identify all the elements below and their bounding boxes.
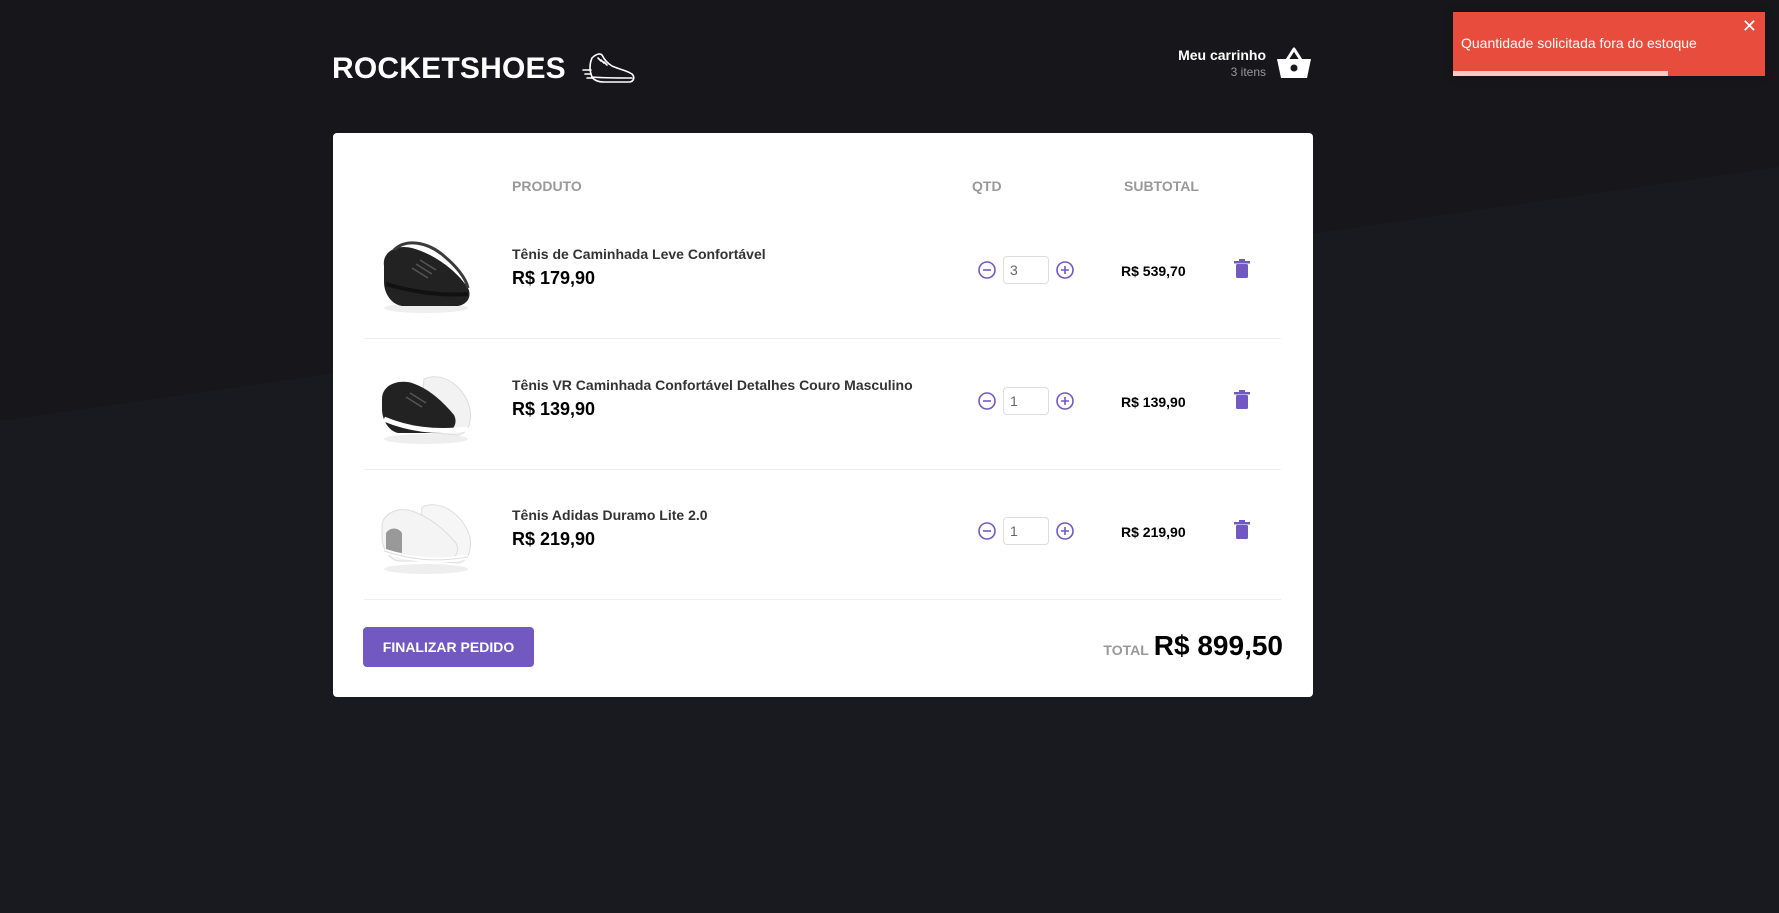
cart-count: 3 itens <box>1230 65 1266 79</box>
decrement-button[interactable] <box>977 391 997 411</box>
cart-row: Tênis Adidas Duramo Lite 2.0 R$ 219,90 R… <box>364 469 1281 600</box>
trash-icon <box>1234 520 1250 539</box>
quantity-stepper <box>977 517 1075 545</box>
toast-progress-bar <box>1453 71 1669 76</box>
quantity-input[interactable] <box>1003 256 1049 284</box>
cart-container: PRODUTO QTD SUBTOTAL Tênis de Caminhada … <box>333 133 1313 697</box>
total-label: TOTAL <box>1103 642 1149 658</box>
order-total: TOTAL R$ 899,50 <box>1103 630 1283 662</box>
quantity-input[interactable] <box>1003 517 1049 545</box>
product-price: R$ 179,90 <box>512 268 596 288</box>
quantity-input[interactable] <box>1003 387 1049 415</box>
running-shoe-logo-icon <box>582 53 635 83</box>
column-header-product: PRODUTO <box>512 178 582 194</box>
cart-row: Tênis VR Caminhada Confortável Detalhes … <box>364 339 1281 470</box>
total-value: R$ 899,50 <box>1153 630 1283 661</box>
plus-circle-icon <box>1056 261 1074 279</box>
minus-circle-icon <box>978 392 996 410</box>
column-header-quantity: QTD <box>972 178 1002 194</box>
quantity-stepper <box>977 387 1075 415</box>
logo[interactable]: ROCKETSHOES <box>332 50 636 88</box>
decrement-button[interactable] <box>977 521 997 541</box>
checkout-button[interactable]: FINALIZAR PEDIDO <box>363 627 534 667</box>
site-header: ROCKETSHOES Meu carrinho 3 itens <box>332 38 1312 98</box>
quantity-stepper <box>977 256 1075 284</box>
remove-item-button[interactable] <box>1232 258 1252 280</box>
product-image <box>381 504 471 574</box>
product-name: Tênis de Caminhada Leve Confortável <box>512 246 766 262</box>
basket-icon <box>1277 47 1311 78</box>
error-toast[interactable]: Quantidade solicitada fora do estoque ✕ <box>1453 12 1765 76</box>
trash-icon <box>1234 390 1250 409</box>
plus-circle-icon <box>1056 392 1074 410</box>
close-icon[interactable]: ✕ <box>1740 14 1759 39</box>
toast-message: Quantidade solicitada fora do estoque <box>1461 35 1697 51</box>
minus-circle-icon <box>978 261 996 279</box>
cart-title: Meu carrinho <box>1178 47 1266 63</box>
increment-button[interactable] <box>1055 521 1075 541</box>
item-subtotal: R$ 539,70 <box>1121 263 1186 279</box>
product-name: Tênis VR Caminhada Confortável Detalhes … <box>512 377 913 393</box>
product-price: R$ 219,90 <box>512 529 596 549</box>
item-subtotal: R$ 219,90 <box>1121 524 1186 540</box>
product-image <box>382 376 471 444</box>
minus-circle-icon <box>978 522 996 540</box>
cart-summary: Meu carrinho 3 itens <box>1178 47 1266 79</box>
logo-text: ROCKETSHOES <box>332 52 566 85</box>
product-image <box>383 241 470 313</box>
plus-circle-icon <box>1056 522 1074 540</box>
column-header-subtotal: SUBTOTAL <box>1124 178 1199 194</box>
trash-icon <box>1234 259 1250 278</box>
increment-button[interactable] <box>1055 391 1075 411</box>
remove-item-button[interactable] <box>1232 389 1252 411</box>
remove-item-button[interactable] <box>1232 519 1252 541</box>
cart-link[interactable]: Meu carrinho 3 itens <box>1178 46 1312 80</box>
increment-button[interactable] <box>1055 260 1075 280</box>
decrement-button[interactable] <box>977 260 997 280</box>
product-price: R$ 139,90 <box>512 399 596 419</box>
cart-row: Tênis de Caminhada Leve Confortável R$ 1… <box>364 208 1281 339</box>
product-name: Tênis Adidas Duramo Lite 2.0 <box>512 507 708 523</box>
item-subtotal: R$ 139,90 <box>1121 394 1186 410</box>
